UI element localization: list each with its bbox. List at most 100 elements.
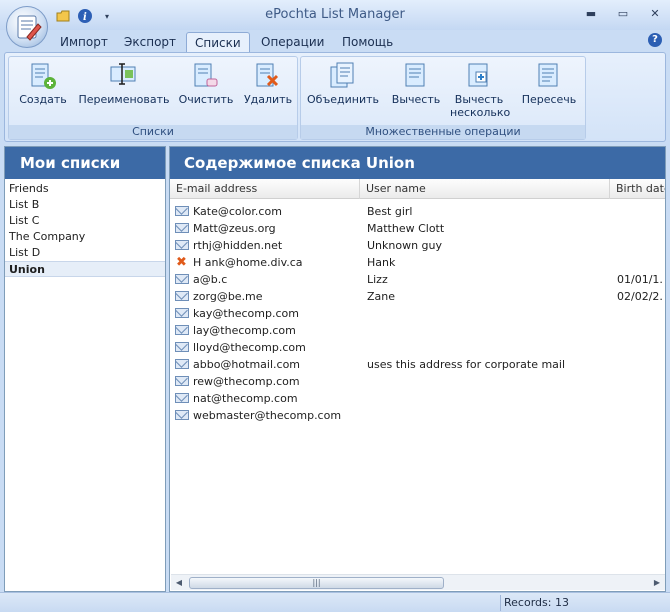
scroll-right-icon[interactable]: ▶ xyxy=(651,577,663,589)
subtract-multiple-button[interactable]: Вычесть несколько xyxy=(447,61,511,119)
title-bar: i ▾ ePochta List Manager ▬ ▭ ✕ xyxy=(0,0,670,48)
create-list-label: Создать xyxy=(19,93,67,106)
envelope-icon xyxy=(175,410,189,420)
email-cell: H ank@home.div.ca xyxy=(193,256,303,269)
clear-list-label: Очистить xyxy=(178,93,234,106)
tab-export[interactable]: Экспорт xyxy=(116,32,184,52)
table-row[interactable]: lay@thecomp.com xyxy=(170,323,665,340)
table-row[interactable]: ✖ H ank@home.div.ca Hank xyxy=(170,255,665,272)
tab-lists[interactable]: Списки xyxy=(186,32,250,52)
rename-list-button[interactable]: Переименовать xyxy=(77,61,171,106)
status-separator xyxy=(500,595,501,611)
list-item[interactable]: List C xyxy=(5,213,165,229)
username-cell: Lizz xyxy=(367,273,388,286)
list-item[interactable]: List D xyxy=(5,245,165,261)
status-bar: Records: 13 xyxy=(0,592,670,612)
envelope-icon xyxy=(175,274,189,284)
intersect-lists-icon xyxy=(532,61,566,91)
close-icon[interactable]: ✕ xyxy=(648,6,662,20)
intersect-lists-button[interactable]: Пересечь xyxy=(515,61,583,106)
scroll-thumb[interactable]: ||| xyxy=(189,577,444,589)
email-cell: nat@thecomp.com xyxy=(193,392,298,405)
table-row[interactable]: a@b.c Lizz 01/01/1. xyxy=(170,272,665,289)
subtract-list-label: Вычесть xyxy=(391,93,441,106)
delete-list-button[interactable]: Удалить xyxy=(239,61,297,106)
email-cell: Kate@color.com xyxy=(193,205,282,218)
app-menu-button[interactable] xyxy=(6,6,48,48)
envelope-icon xyxy=(175,206,189,216)
create-list-icon xyxy=(26,61,60,91)
envelope-icon xyxy=(175,342,189,352)
clear-list-icon xyxy=(189,61,223,91)
contacts-table-body: Kate@color.com Best girl Matt@zeus.org Matt… xyxy=(170,199,665,425)
email-cell: rew@thecomp.com xyxy=(193,375,300,388)
subtract-multiple-icon xyxy=(462,61,496,91)
table-row[interactable]: webmaster@thecomp.com xyxy=(170,408,665,425)
birthdate-cell: 01/01/1. xyxy=(617,273,663,286)
tab-help[interactable]: Помощь xyxy=(334,32,401,52)
delete-list-icon xyxy=(251,61,285,91)
create-list-button[interactable]: Создать xyxy=(12,61,74,106)
envelope-icon xyxy=(175,291,189,301)
delete-list-label: Удалить xyxy=(243,93,293,106)
list-item[interactable]: The Company xyxy=(5,229,165,245)
list-contents-title: Содержимое списка Union xyxy=(170,147,665,179)
table-row[interactable]: zorg@be.me Zane 02/02/2. xyxy=(170,289,665,306)
help-icon[interactable]: ? xyxy=(648,33,662,47)
email-cell: webmaster@thecomp.com xyxy=(193,409,342,422)
table-row[interactable]: abbo@hotmail.com uses this address for co… xyxy=(170,357,665,374)
column-header-email[interactable]: E-mail address xyxy=(170,179,360,199)
column-header-username[interactable]: User name xyxy=(360,179,610,199)
table-row[interactable]: kay@thecomp.com xyxy=(170,306,665,323)
email-cell: rthj@hidden.net xyxy=(193,239,283,252)
envelope-icon xyxy=(175,359,189,369)
email-cell: kay@thecomp.com xyxy=(193,307,299,320)
table-row[interactable]: rew@thecomp.com xyxy=(170,374,665,391)
email-cell: Matt@zeus.org xyxy=(193,222,276,235)
username-cell: Zane xyxy=(367,290,396,303)
username-cell: Best girl xyxy=(367,205,413,218)
merge-lists-label: Объединить xyxy=(307,93,379,106)
subtract-list-icon xyxy=(399,61,433,91)
username-cell: Matthew Clott xyxy=(367,222,445,235)
subtract-list-button[interactable]: Вычесть xyxy=(387,61,445,106)
tab-operations[interactable]: Операции xyxy=(253,32,332,52)
minimize-icon[interactable]: ▬ xyxy=(584,6,598,20)
envelope-icon xyxy=(175,240,189,250)
lists-pane: Мои списки Friends List B List C The Com… xyxy=(4,146,166,592)
clear-list-button[interactable]: Очистить xyxy=(175,61,237,106)
app-logo-icon xyxy=(17,15,42,41)
email-cell: a@b.c xyxy=(193,273,228,286)
table-row[interactable]: lloyd@thecomp.com xyxy=(170,340,665,357)
email-cell: zorg@be.me xyxy=(193,290,263,303)
window-controls: ▬ ▭ ✕ xyxy=(584,6,662,20)
list-item-selected[interactable]: Union xyxy=(5,261,165,277)
lists-pane-title: Мои списки xyxy=(5,147,165,179)
birthdate-cell: 02/02/2. xyxy=(617,290,663,303)
email-cell: lay@thecomp.com xyxy=(193,324,296,337)
intersect-lists-label: Пересечь xyxy=(521,93,577,106)
ribbon: Создать Переименовать Очистить Удалить С… xyxy=(4,52,666,142)
table-row[interactable]: Kate@color.com Best girl xyxy=(170,204,665,221)
merge-lists-button[interactable]: Объединить xyxy=(305,61,381,106)
ribbon-tabs: Импорт Экспорт Списки Операции Помощь ? xyxy=(0,30,670,52)
lists-group-label: Списки xyxy=(9,125,297,139)
table-row[interactable]: Matt@zeus.org Matthew Clott xyxy=(170,221,665,238)
rename-list-label: Переименовать xyxy=(78,93,170,106)
column-headers: E-mail address User name Birth date xyxy=(170,179,665,199)
scroll-left-icon[interactable]: ◀ xyxy=(173,577,185,589)
horizontal-scrollbar[interactable]: ◀ ||| ▶ xyxy=(171,574,665,590)
email-cell: abbo@hotmail.com xyxy=(193,358,301,371)
set-operations-group-label: Множественные операции xyxy=(301,125,585,139)
column-header-birthdate[interactable]: Birth date xyxy=(610,179,665,199)
merge-lists-icon xyxy=(326,61,360,91)
lists-list: Friends List B List C The Company List D… xyxy=(5,179,165,277)
envelope-icon xyxy=(175,376,189,386)
list-item[interactable]: Friends xyxy=(5,181,165,197)
table-row[interactable]: nat@thecomp.com xyxy=(170,391,665,408)
list-item[interactable]: List B xyxy=(5,197,165,213)
table-row[interactable]: rthj@hidden.net Unknown guy xyxy=(170,238,665,255)
maximize-icon[interactable]: ▭ xyxy=(616,6,630,20)
tab-import[interactable]: Импорт xyxy=(52,32,116,52)
email-cell: lloyd@thecomp.com xyxy=(193,341,306,354)
